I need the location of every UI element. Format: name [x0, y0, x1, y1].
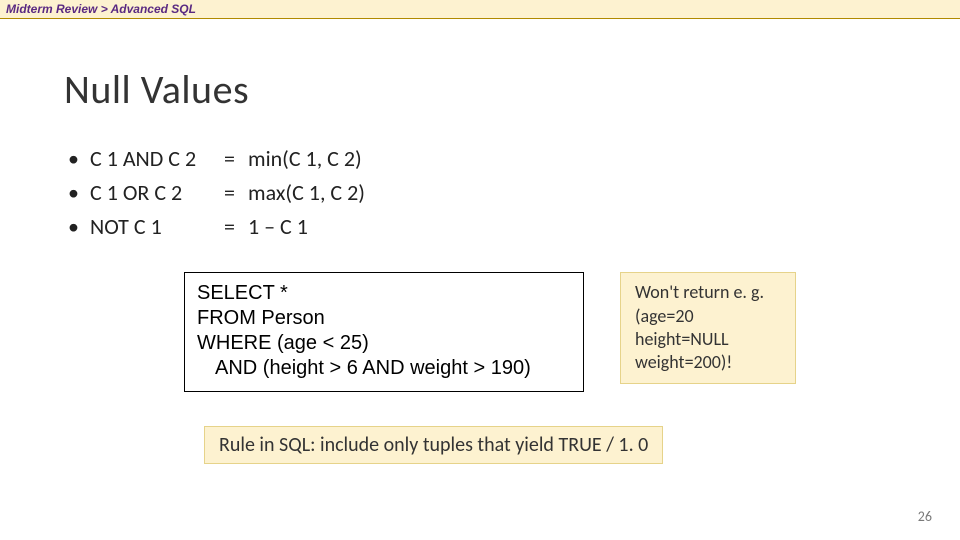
bullet-rhs: 1 – C 1: [248, 210, 308, 244]
code-line: AND (height > 6 AND weight > 190): [197, 356, 571, 381]
bullet-lhs: C 1 AND C 2: [90, 142, 218, 176]
bullet-item: • NOT C 1 = 1 – C 1: [68, 210, 896, 244]
code-line: SELECT *: [197, 281, 571, 306]
bullet-lhs: C 1 OR C 2: [90, 176, 218, 210]
equals-sign: =: [224, 210, 242, 244]
breadcrumb-separator: >: [101, 2, 108, 16]
equals-sign: =: [224, 142, 242, 176]
bullet-list: • C 1 AND C 2 = min(C 1, C 2) • C 1 OR C…: [68, 142, 896, 244]
sql-code-box: SELECT * FROM Person WHERE (age < 25) AN…: [184, 272, 584, 392]
bullet-marker: •: [68, 176, 84, 210]
code-line: WHERE (age < 25): [197, 331, 571, 356]
rule-box: Rule in SQL: include only tuples that yi…: [204, 426, 663, 464]
bullet-rhs: max(C 1, C 2): [248, 176, 365, 210]
breadcrumb-part-1: Midterm Review: [6, 2, 97, 16]
bullet-item: • C 1 AND C 2 = min(C 1, C 2): [68, 142, 896, 176]
content-row: SELECT * FROM Person WHERE (age < 25) AN…: [184, 272, 896, 392]
note-line: height=NULL: [635, 328, 781, 351]
note-line: Won't return e. g.: [635, 281, 781, 304]
note-line: weight=200)!: [635, 351, 781, 374]
example-note-box: Won't return e. g. (age=20 height=NULL w…: [620, 272, 796, 384]
slide-title: Null Values: [64, 65, 896, 114]
breadcrumb: Midterm Review > Advanced SQL: [0, 0, 960, 19]
bullet-item: • C 1 OR C 2 = max(C 1, C 2): [68, 176, 896, 210]
page-number: 26: [918, 508, 932, 525]
bullet-marker: •: [68, 142, 84, 176]
code-line: FROM Person: [197, 306, 571, 331]
slide-body: Null Values • C 1 AND C 2 = min(C 1, C 2…: [0, 19, 960, 537]
bullet-rhs: min(C 1, C 2): [248, 142, 362, 176]
breadcrumb-part-2: Advanced SQL: [111, 2, 196, 16]
bullet-marker: •: [68, 210, 84, 244]
equals-sign: =: [224, 176, 242, 210]
bullet-lhs: NOT C 1: [90, 210, 218, 244]
note-line: (age=20: [635, 305, 781, 328]
